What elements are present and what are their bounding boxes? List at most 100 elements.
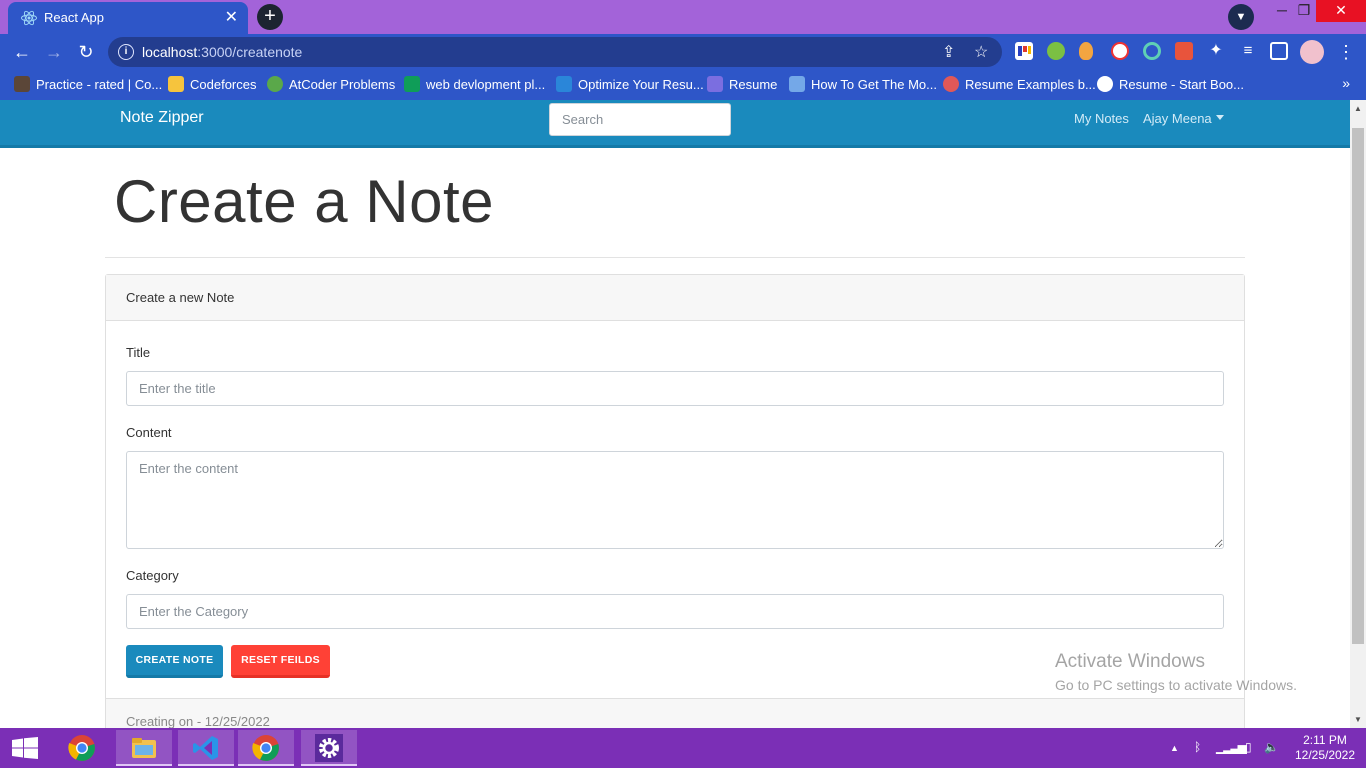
bookmark-item[interactable]: Practice - rated | Co... (14, 76, 162, 94)
bookmark-label: Codeforces (190, 77, 257, 92)
chevron-right-icon[interactable]: » (1342, 75, 1350, 91)
page-viewport: Note Zipper My Notes Ajay Meena Create a… (0, 100, 1350, 728)
content-textarea[interactable] (126, 451, 1224, 549)
taskbar-clock[interactable]: 2:11 PM 12/25/2022 (1290, 733, 1360, 763)
taskbar-vscode[interactable] (178, 730, 234, 766)
bookmark-item[interactable]: web devlopment pl... (404, 76, 545, 94)
search-input[interactable] (549, 103, 731, 136)
browser-tab-react-app[interactable]: React App ✕ (8, 2, 248, 34)
atcoder-icon (267, 76, 283, 92)
codechef-icon (14, 76, 30, 92)
bookmark-item[interactable]: AtCoder Problems (267, 76, 395, 94)
address-bar[interactable]: i localhost:3000/createnote ⇪ ☆ (108, 37, 1002, 67)
media-icon[interactable]: ≡ (1239, 42, 1257, 60)
bookmark-item[interactable]: Codeforces (168, 76, 256, 94)
globe-icon (1097, 76, 1113, 92)
grammar-extension-icon[interactable] (1143, 42, 1161, 60)
bookmark-item[interactable]: Resume - Start Boo... (1097, 76, 1244, 94)
sheets-icon (404, 76, 420, 92)
bookmark-label: Resume Examples b... (965, 77, 1096, 92)
scroll-down-icon[interactable]: ▼ (1354, 715, 1362, 724)
plus-extension-icon[interactable] (1047, 42, 1065, 60)
reset-fields-button[interactable]: RESET FEILDS (231, 645, 330, 678)
reload-icon[interactable]: ↻ (74, 40, 98, 64)
network-signal-icon[interactable]: ▁▂▃▅ (1216, 740, 1247, 754)
chrome-icon (68, 735, 95, 761)
fire-extension-icon[interactable] (1079, 42, 1093, 60)
forward-arrow-icon[interactable]: → (42, 40, 66, 64)
bookmark-item[interactable]: How To Get The Mo... (789, 76, 937, 94)
bookmark-label: How To Get The Mo... (811, 77, 937, 92)
react-icon (21, 10, 37, 26)
bookmark-label: Resume (729, 77, 778, 92)
taskbar-chrome[interactable] (54, 730, 110, 766)
url-path: :3000/createnote (197, 44, 303, 60)
bluetooth-icon[interactable]: ᛒ (1194, 740, 1201, 754)
brand-link[interactable]: Note Zipper (120, 109, 204, 127)
link-icon (943, 76, 959, 92)
codeforces-icon (168, 76, 184, 92)
tray-chevron-up-icon[interactable]: ▲ (1170, 743, 1179, 753)
category-label: Category (126, 568, 179, 583)
bookmark-item[interactable]: Resume (707, 76, 777, 94)
code-icon (707, 76, 723, 92)
layers-icon (789, 76, 805, 92)
bookmark-label: AtCoder Problems (289, 77, 396, 92)
window-close-button[interactable]: ✕ (1316, 0, 1366, 22)
gear-icon (315, 734, 343, 762)
scroll-up-icon[interactable]: ▲ (1354, 104, 1362, 113)
side-panel-icon[interactable] (1270, 42, 1288, 60)
windows-taskbar: ▲ ᛒ ▁▂▃▅ ▯ 🔈 2:11 PM 12/25/2022 (0, 728, 1366, 768)
folder-icon (132, 738, 156, 758)
tab-title: React App (44, 10, 104, 25)
extension-icon[interactable] (1015, 42, 1033, 60)
taskbar-chrome-active[interactable] (238, 730, 294, 766)
bookmark-label: Practice - rated | Co... (36, 77, 163, 92)
url-text[interactable]: localhost:3000/createnote (142, 44, 302, 60)
volume-icon[interactable]: 🔈 (1264, 740, 1279, 754)
tie-icon (556, 76, 572, 92)
bookmark-label: Resume - Start Boo... (1119, 77, 1244, 92)
title-label: Title (126, 345, 151, 360)
category-input[interactable] (126, 594, 1224, 629)
card-footer: Creating on - 12/25/2022 (106, 698, 1244, 728)
clock-time: 2:11 PM (1303, 733, 1347, 747)
chevron-down-icon[interactable]: ▼ (1228, 4, 1254, 30)
taskbar-file-explorer[interactable] (116, 730, 172, 766)
avatar[interactable] (1300, 40, 1324, 64)
user-dropdown[interactable]: Ajay Meena (1143, 111, 1224, 126)
bookmark-label: Optimize Your Resu... (578, 77, 704, 92)
notes-extension-icon[interactable] (1175, 42, 1193, 60)
browser-toolbar: ← → ↻ i localhost:3000/createnote ⇪ ☆ ✦ … (0, 34, 1366, 70)
url-host: localhost (142, 44, 198, 60)
new-tab-button[interactable]: + (257, 4, 283, 30)
puzzle-icon[interactable]: ✦ (1207, 42, 1225, 60)
info-icon[interactable]: i (118, 44, 134, 60)
title-input[interactable] (126, 371, 1224, 406)
bookmarks-bar: Practice - rated | Co... Codeforces AtCo… (0, 70, 1366, 100)
trello-icon (1018, 46, 1031, 56)
clock-date: 12/25/2022 (1294, 748, 1356, 762)
windows-start-icon[interactable] (12, 737, 38, 759)
card-header: Create a new Note (106, 275, 1244, 321)
taskbar-settings[interactable] (301, 730, 357, 766)
battery-icon[interactable]: ▯ (1245, 740, 1252, 754)
content-label: Content (126, 425, 172, 440)
more-vertical-icon[interactable]: ⋮ (1336, 40, 1356, 64)
vscode-icon (193, 736, 218, 760)
scrollbar-thumb[interactable] (1352, 128, 1364, 644)
divider (105, 257, 1245, 258)
page-scrollbar[interactable]: ▲ ▼ (1350, 100, 1366, 728)
browser-tab-strip: React App ✕ + ▼ ─ ❐ ✕ (0, 0, 1366, 34)
bookmark-item[interactable]: Optimize Your Resu... (556, 76, 704, 94)
create-note-button[interactable]: CREATE NOTE (126, 645, 223, 678)
chrome-icon (252, 735, 279, 761)
bookmark-item[interactable]: Resume Examples b... (943, 76, 1096, 94)
star-icon[interactable]: ☆ (974, 42, 988, 62)
back-arrow-icon[interactable]: ← (10, 40, 34, 64)
close-icon[interactable]: ✕ (225, 7, 238, 27)
share-icon[interactable]: ⇪ (942, 42, 955, 62)
block-extension-icon[interactable] (1111, 42, 1129, 60)
nav-link-my-notes[interactable]: My Notes (1074, 111, 1129, 126)
bookmark-label: web devlopment pl... (426, 77, 546, 92)
